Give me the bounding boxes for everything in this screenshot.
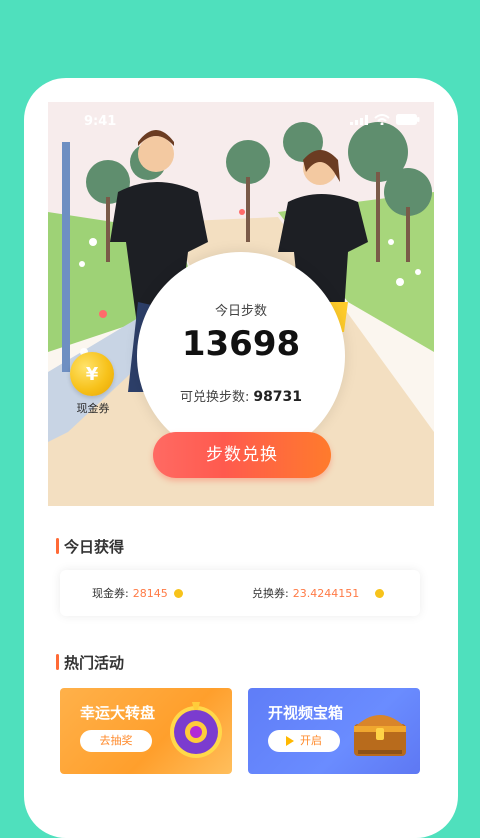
exchangeable-steps: 可兑换步数: 98731: [137, 386, 345, 405]
cash-stat: 现金券: 28145: [92, 585, 183, 601]
voucher-label: 兑换券:: [252, 587, 289, 600]
cash-coupon-label: 现金券: [76, 402, 110, 415]
voucher-value: 23.4244151: [292, 586, 360, 600]
cash-coupon-icon[interactable]: ¥: [70, 352, 114, 396]
status-time: 9:41: [84, 114, 117, 129]
step-counter-card: 今日步数 13698 可兑换步数: 98731: [137, 252, 345, 460]
lucky-wheel-card[interactable]: 幸运大转盘 去抽奖: [60, 688, 232, 774]
today-earnings-card: 现金券: 28145 兑换券: 23.4244151: [60, 570, 420, 616]
section-title-today: 今日获得: [55, 538, 125, 556]
hero-section: 9:41 ¥ 现金券 今日步数 13698 可兑换步数: 98731 步数兑换: [48, 102, 434, 506]
exchangeable-label: 可兑换步数:: [179, 390, 250, 405]
coin-dot-icon: [173, 588, 183, 598]
open-chest-label: 开启: [300, 734, 322, 747]
battery-icon: [396, 114, 420, 125]
exchange-steps-button[interactable]: 步数兑换: [153, 432, 331, 478]
coin-dot-icon: [375, 588, 385, 598]
today-steps-label: 今日步数: [214, 304, 267, 319]
exchangeable-value: 98731: [253, 389, 303, 405]
lucky-wheel-title: 幸运大转盘: [80, 704, 156, 722]
yuan-symbol: ¥: [85, 363, 99, 385]
cash-label: 现金券:: [92, 587, 129, 600]
phone-frame: 9:41 ¥ 现金券 今日步数 13698 可兑换步数: 98731 步数兑换 …: [24, 78, 458, 838]
cash-value: 28145: [132, 586, 168, 600]
video-chest-title: 开视频宝箱: [268, 704, 344, 722]
status-icons: [350, 114, 420, 125]
play-icon: [286, 736, 294, 746]
wifi-icon: [374, 114, 390, 125]
today-steps-value: 13698: [181, 324, 301, 364]
prize-wheel-icon: [170, 702, 222, 758]
draw-button[interactable]: 去抽奖: [80, 730, 152, 752]
voucher-stat: 兑换券: 23.4244151: [252, 585, 385, 601]
treasure-chest-icon: [354, 715, 406, 756]
open-chest-button[interactable]: 开启: [268, 730, 340, 752]
section-title-activities: 热门活动: [55, 654, 125, 672]
status-bar: 9:41: [48, 102, 434, 136]
signal-icon: [350, 114, 368, 125]
video-chest-card[interactable]: 开视频宝箱 开启: [248, 688, 420, 774]
